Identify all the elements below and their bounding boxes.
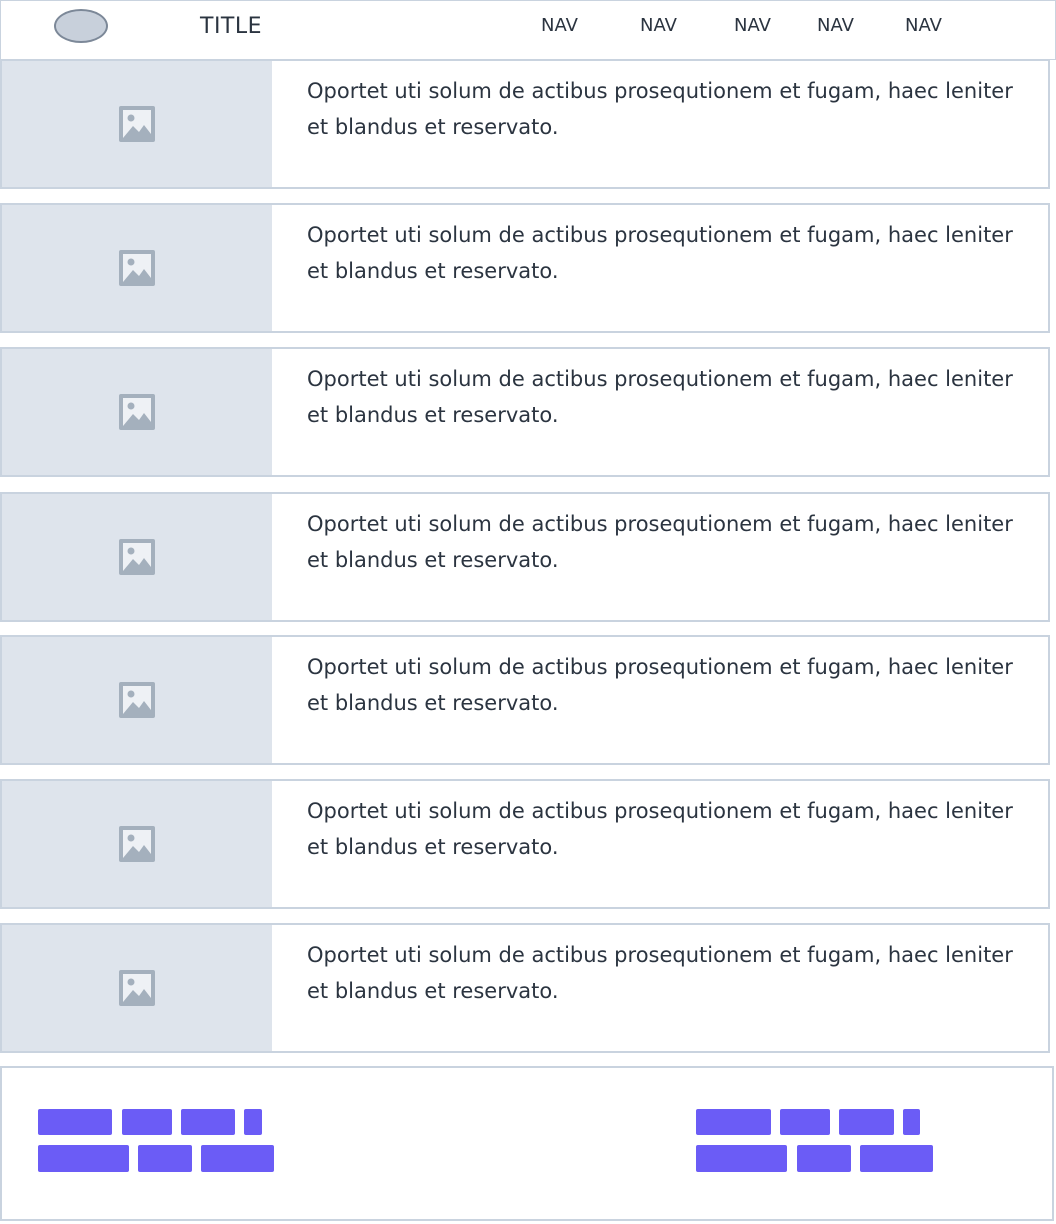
list-item-text: Oportet uti solum de actibus proseqution… <box>307 943 1013 1003</box>
footer-link-placeholder[interactable] <box>181 1109 235 1135</box>
nav-item-3[interactable]: NAV <box>734 15 771 36</box>
nav-item-4[interactable]: NAV <box>817 15 854 36</box>
thumbnail <box>2 61 272 187</box>
thumbnail <box>2 349 272 475</box>
list-item-text: Oportet uti solum de actibus proseqution… <box>307 799 1013 859</box>
footer-link-placeholder[interactable] <box>839 1109 894 1135</box>
footer-link-placeholder[interactable] <box>860 1145 933 1172</box>
thumbnail <box>2 494 272 620</box>
nav-item-5[interactable]: NAV <box>905 15 942 36</box>
list-item[interactable]: Oportet uti solum de actibus proseqution… <box>0 492 1050 622</box>
nav-item-2[interactable]: NAV <box>640 15 677 36</box>
list-item[interactable]: Oportet uti solum de actibus proseqution… <box>0 779 1050 909</box>
list-item-text: Oportet uti solum de actibus proseqution… <box>307 79 1013 139</box>
list-item[interactable]: Oportet uti solum de actibus proseqution… <box>0 59 1050 189</box>
nav-item-1[interactable]: NAV <box>541 15 578 36</box>
footer-link-placeholder[interactable] <box>138 1145 192 1172</box>
image-placeholder-icon <box>119 250 155 286</box>
list-item-text: Oportet uti solum de actibus proseqution… <box>307 223 1013 283</box>
image-placeholder-icon <box>119 106 155 142</box>
list-item[interactable]: Oportet uti solum de actibus proseqution… <box>0 347 1050 477</box>
image-placeholder-icon <box>119 539 155 575</box>
footer-link-placeholder[interactable] <box>797 1145 851 1172</box>
footer <box>0 1066 1054 1221</box>
thumbnail <box>2 637 272 763</box>
footer-link-placeholder[interactable] <box>122 1109 172 1135</box>
footer-link-placeholder[interactable] <box>201 1145 274 1172</box>
logo-icon[interactable] <box>54 9 108 43</box>
image-placeholder-icon <box>119 970 155 1006</box>
list-item[interactable]: Oportet uti solum de actibus proseqution… <box>0 923 1050 1053</box>
footer-link-placeholder[interactable] <box>903 1109 920 1135</box>
image-placeholder-icon <box>119 682 155 718</box>
thumbnail <box>2 781 272 907</box>
image-placeholder-icon <box>119 394 155 430</box>
image-placeholder-icon <box>119 826 155 862</box>
footer-link-placeholder[interactable] <box>244 1109 262 1135</box>
footer-link-placeholder[interactable] <box>38 1145 129 1172</box>
footer-link-placeholder[interactable] <box>696 1109 771 1135</box>
footer-link-placeholder[interactable] <box>780 1109 830 1135</box>
list-item-text: Oportet uti solum de actibus proseqution… <box>307 655 1013 715</box>
footer-link-placeholder[interactable] <box>38 1109 112 1135</box>
list-item-text: Oportet uti solum de actibus proseqution… <box>307 512 1013 572</box>
footer-link-placeholder[interactable] <box>696 1145 787 1172</box>
list-item[interactable]: Oportet uti solum de actibus proseqution… <box>0 635 1050 765</box>
list-item-text: Oportet uti solum de actibus proseqution… <box>307 367 1013 427</box>
thumbnail <box>2 205 272 331</box>
list-item[interactable]: Oportet uti solum de actibus proseqution… <box>0 203 1050 333</box>
top-bar: TITLE NAV NAV NAV NAV NAV <box>0 0 1056 60</box>
page-title: TITLE <box>200 14 263 39</box>
thumbnail <box>2 925 272 1051</box>
